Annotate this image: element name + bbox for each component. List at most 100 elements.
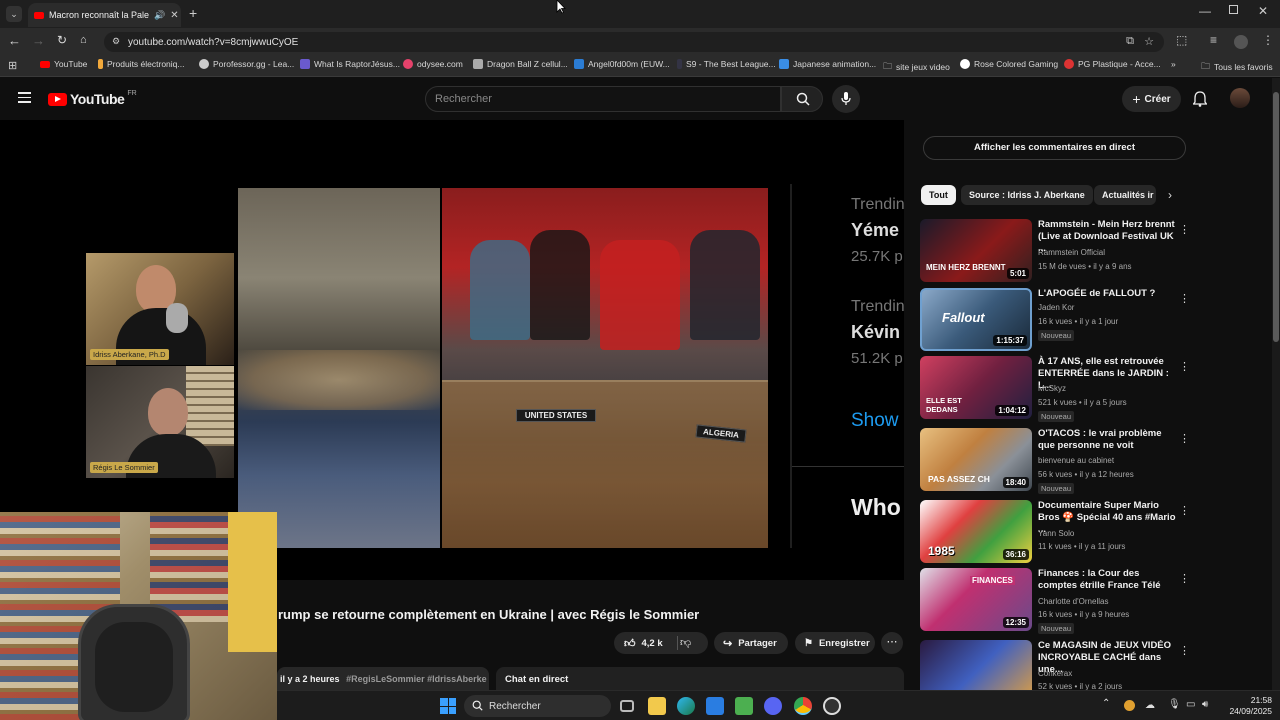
- profile-avatar[interactable]: [1234, 35, 1248, 49]
- chip-news[interactable]: Actualités ir: [1094, 185, 1156, 205]
- forward-icon[interactable]: →: [32, 33, 45, 48]
- extensions-icon[interactable]: ⬚: [1176, 33, 1187, 47]
- share-button[interactable]: ↪ Partager: [714, 632, 788, 654]
- live-comments-button[interactable]: Afficher les commentaires en direct: [923, 136, 1186, 160]
- bookmark-dbz[interactable]: Dragon Ball Z cellul...: [473, 59, 568, 69]
- like-button[interactable]: 👍︎ 4,2 k: [614, 632, 674, 654]
- live-chat-header[interactable]: Chat en direct: [496, 667, 904, 690]
- voice-search-button[interactable]: [832, 85, 860, 113]
- back-icon[interactable]: ←: [8, 33, 21, 48]
- bookmark-youtube[interactable]: YouTube: [40, 59, 87, 69]
- clock[interactable]: 21:58 24/09/2025: [1222, 695, 1272, 717]
- user-avatar[interactable]: [1230, 88, 1250, 108]
- list-item[interactable]: PAS ASSEZ CH 18:40 O'TACOS : le vrai pro…: [920, 428, 1270, 494]
- more-actions-button[interactable]: ⋯: [881, 632, 903, 654]
- reload-icon[interactable]: ↻: [57, 33, 67, 47]
- create-button[interactable]: + Créer: [1122, 86, 1181, 112]
- bookmark-star-icon[interactable]: ☆: [1144, 35, 1154, 48]
- taskbar-search[interactable]: Rechercher: [464, 695, 611, 717]
- more-options-icon[interactable]: ⋮: [1179, 292, 1190, 305]
- tab-close-icon[interactable]: ✕: [170, 10, 178, 21]
- all-bookmarks[interactable]: 🗀 Tous les favoris: [1201, 59, 1273, 75]
- bookmark-produits[interactable]: Produits électroniq...: [98, 59, 184, 69]
- chip-all[interactable]: Tout: [921, 185, 956, 205]
- home-icon[interactable]: ⌂: [80, 34, 87, 46]
- speaker-icon[interactable]: 🔊: [154, 10, 165, 21]
- list-item[interactable]: Fallout 1:15:37 L'APOGÉE de FALLOUT ? Ja…: [920, 288, 1270, 352]
- more-options-icon[interactable]: ⋮: [1179, 360, 1190, 373]
- video-player[interactable]: UNITED STATES ALGERIA Trendin Yéme 25.7K…: [0, 120, 904, 580]
- notifications-bell-icon[interactable]: [1193, 91, 1207, 107]
- bookmark-pg[interactable]: PG Plastique - Acce...: [1064, 59, 1161, 69]
- youtube-play-icon: [48, 92, 67, 106]
- bookmark-porofessor[interactable]: Porofessor.gg - Lea...: [199, 59, 294, 69]
- hamburger-menu-icon[interactable]: [18, 92, 31, 103]
- trending-overlay: Trendin Yéme 25.7K p Trendin Kévin 51.2K…: [790, 184, 904, 548]
- search-button[interactable]: [781, 86, 823, 112]
- tab-list-chevron-icon[interactable]: ⌄: [6, 6, 22, 22]
- more-options-icon[interactable]: ⋮: [1179, 223, 1190, 236]
- bookmark-raptorjesus[interactable]: What Is RaptorJésus...: [300, 59, 400, 69]
- list-item[interactable]: MEIN HERZ BRENNT 5:01 Rammstein - Mein H…: [920, 219, 1270, 283]
- youtube-icon: [40, 60, 50, 68]
- list-item[interactable]: 1985 36:16 Documentaire Super Mario Bros…: [920, 500, 1270, 564]
- share-icon: ↪: [723, 637, 733, 650]
- scrollbar-thumb[interactable]: [1273, 92, 1279, 342]
- task-view-icon[interactable]: [620, 700, 634, 712]
- chips-next-chevron-icon[interactable]: ›: [1168, 188, 1172, 202]
- rose-icon: [960, 59, 970, 69]
- onedrive-icon[interactable]: ☁: [1145, 700, 1155, 711]
- more-options-icon[interactable]: ⋮: [1179, 644, 1190, 657]
- browser-menu-icon[interactable]: ⋮: [1262, 33, 1274, 47]
- minimize-icon[interactable]: —: [1199, 4, 1211, 18]
- pg-icon: [1064, 59, 1074, 69]
- media-control-icon[interactable]: ≡: [1210, 33, 1217, 47]
- edge-icon[interactable]: [677, 697, 695, 715]
- save-button[interactable]: ⚑ Enregistrer: [795, 632, 875, 654]
- bookmark-japanese[interactable]: Japanese animation...: [779, 59, 876, 69]
- tray-app-icon[interactable]: [1124, 700, 1135, 711]
- microphone-icon[interactable]: 🎙︎: [1168, 699, 1181, 710]
- bookmark-rose[interactable]: Rose Colored Gaming: [960, 59, 1058, 69]
- bookmark-folder-jeux[interactable]: 🗀 site jeux video: [883, 59, 950, 75]
- store-icon[interactable]: [706, 697, 724, 715]
- hashtags[interactable]: #RegisLeSommier #IdrissAberke: [346, 674, 487, 684]
- more-options-icon[interactable]: ⋮: [1179, 432, 1190, 445]
- new-tab-icon[interactable]: +: [189, 5, 197, 21]
- close-window-icon[interactable]: ✕: [1258, 4, 1268, 18]
- site-info-icon[interactable]: ⚙: [112, 36, 120, 47]
- obs-icon[interactable]: [823, 697, 841, 715]
- chip-source[interactable]: Source : Idriss J. Aberkane: [961, 185, 1093, 205]
- chrome-icon[interactable]: [794, 697, 812, 715]
- address-bar[interactable]: ⚙ youtube.com/watch?v=8cmjwwuCyOE ⧉ ☆: [104, 32, 1164, 52]
- youtube-favicon-icon: [34, 11, 44, 19]
- tray-overflow-icon[interactable]: ⌃: [1102, 698, 1110, 709]
- youtube-logo[interactable]: YouTube FR: [48, 90, 137, 107]
- bookmarks-overflow-icon[interactable]: »: [1171, 59, 1176, 69]
- network-icon[interactable]: ▭: [1186, 699, 1195, 710]
- discord-icon[interactable]: [764, 697, 782, 715]
- browser-tab-bar: ⌄ Macron reconnaît la Palesti 🔊 ✕ + — ✕: [0, 0, 1280, 28]
- windows-start-icon[interactable]: [440, 698, 456, 714]
- file-explorer-icon[interactable]: [648, 697, 666, 715]
- browser-toolbar: ← → ↻ ⌂ ⚙ youtube.com/watch?v=8cmjwwuCyO…: [0, 28, 1280, 55]
- minecraft-icon[interactable]: [735, 697, 753, 715]
- list-item[interactable]: Ce MAGASIN de JEUX VIDÉO INCROYABLE CACH…: [920, 640, 1270, 690]
- page-scrollbar[interactable]: [1272, 78, 1280, 690]
- microphone-icon: [841, 92, 851, 105]
- bookmark-angel[interactable]: Angel0fd00m (EUW...: [574, 59, 670, 69]
- list-item[interactable]: ELLE EST DEDANS 1:04:12 À 17 ANS, elle e…: [920, 356, 1270, 422]
- apps-grid-icon[interactable]: ⊞: [8, 59, 17, 72]
- restore-icon[interactable]: [1229, 5, 1238, 14]
- list-item[interactable]: FINANCES 12:35 Finances : la Cour des co…: [920, 568, 1270, 634]
- bookmark-odysee[interactable]: odysee.com: [403, 59, 463, 69]
- description-box[interactable]: il y a 2 heures #RegisLeSommier #IdrissA…: [277, 667, 489, 690]
- bookmark-s9[interactable]: S9 - The Best League...: [677, 59, 776, 69]
- install-app-icon[interactable]: ⧉: [1126, 35, 1134, 48]
- volume-icon[interactable]: 🔊︎: [1202, 699, 1208, 710]
- browser-tab-active[interactable]: Macron reconnaît la Palesti 🔊 ✕: [28, 3, 181, 27]
- more-options-icon[interactable]: ⋮: [1179, 572, 1190, 585]
- more-options-icon[interactable]: ⋮: [1179, 504, 1190, 517]
- dislike-button[interactable]: 👎︎: [680, 636, 691, 649]
- search-input[interactable]: Rechercher: [425, 86, 781, 112]
